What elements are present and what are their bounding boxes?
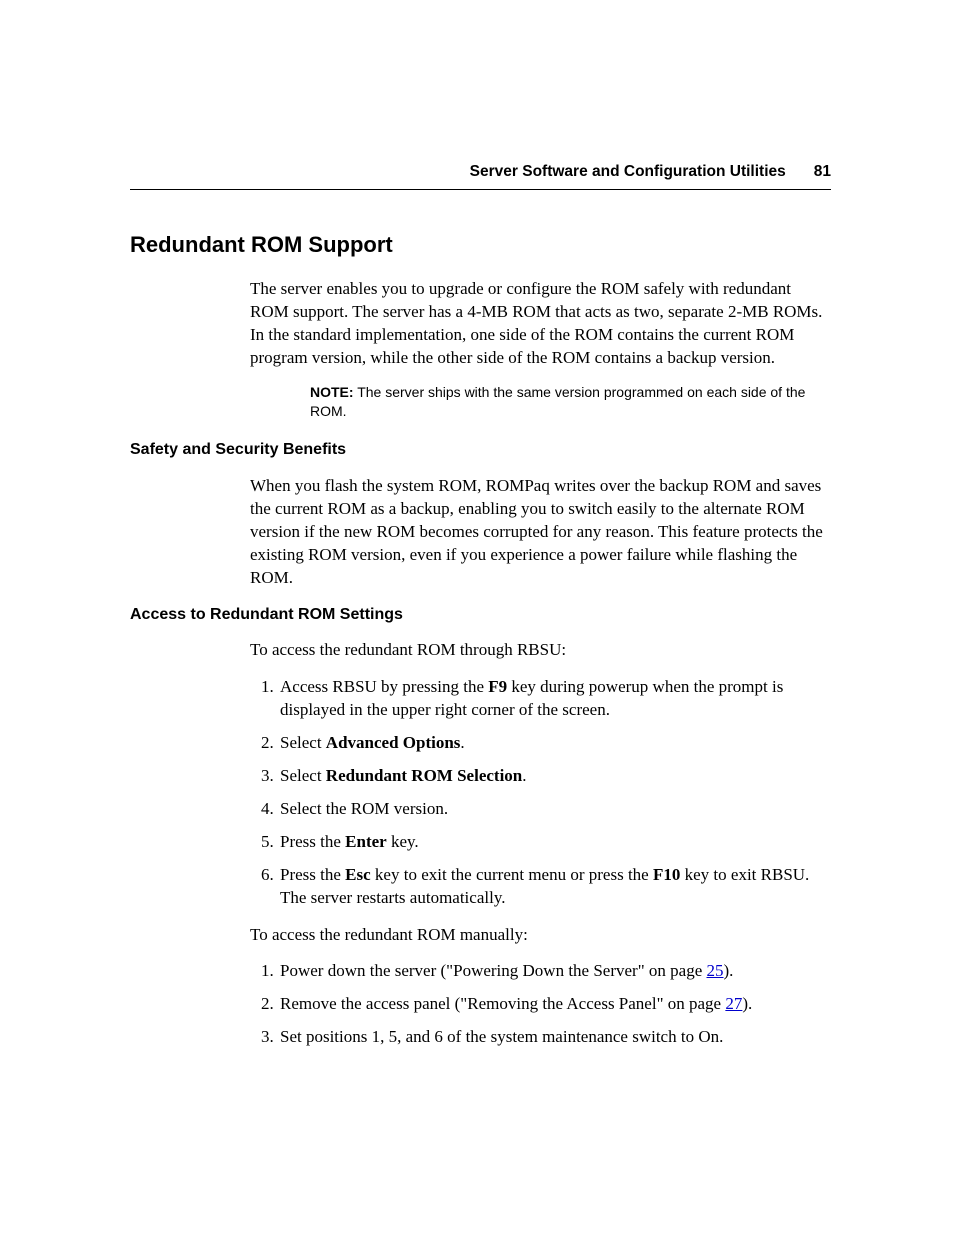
list-item: Remove the access panel ("Removing the A…	[278, 993, 824, 1016]
step-bold: Redundant ROM Selection	[326, 766, 522, 785]
step-text: Set positions 1, 5, and 6 of the system …	[280, 1027, 723, 1046]
rbsu-steps-list: Access RBSU by pressing the F9 key durin…	[250, 676, 824, 910]
list-item: Press the Esc key to exit the current me…	[278, 864, 824, 910]
step-text: Access RBSU by pressing the	[280, 677, 488, 696]
note-label: NOTE:	[310, 384, 354, 400]
list-item: Set positions 1, 5, and 6 of the system …	[278, 1026, 824, 1049]
step-text: Power down the server ("Powering Down th…	[280, 961, 707, 980]
step-key: F9	[488, 677, 507, 696]
step-text: ).	[742, 994, 752, 1013]
list-item: Select Redundant ROM Selection.	[278, 765, 824, 788]
note-block: NOTE: The server ships with the same ver…	[310, 383, 824, 421]
list-item: Power down the server ("Powering Down th…	[278, 960, 824, 983]
document-page: Server Software and Configuration Utilit…	[0, 0, 954, 1235]
step-text: ).	[724, 961, 734, 980]
safety-heading: Safety and Security Benefits	[130, 439, 824, 461]
list-item: Select Advanced Options.	[278, 732, 824, 755]
step-text: Select	[280, 766, 326, 785]
access-rbsu-intro: To access the redundant ROM through RBSU…	[250, 639, 824, 662]
step-text: .	[522, 766, 526, 785]
list-item: Select the ROM version.	[278, 798, 824, 821]
list-item: Press the Enter key.	[278, 831, 824, 854]
step-text: Press the	[280, 832, 345, 851]
running-header: Server Software and Configuration Utilit…	[130, 162, 831, 190]
page-link-25[interactable]: 25	[707, 961, 724, 980]
page-link-27[interactable]: 27	[725, 994, 742, 1013]
intro-paragraph: The server enables you to upgrade or con…	[250, 278, 824, 370]
access-heading: Access to Redundant ROM Settings	[130, 604, 824, 626]
header-section-title: Server Software and Configuration Utilit…	[470, 163, 786, 180]
step-key: F10	[653, 865, 680, 884]
step-text: Select	[280, 733, 326, 752]
section-title: Redundant ROM Support	[130, 230, 824, 260]
manual-steps-list: Power down the server ("Powering Down th…	[250, 960, 824, 1049]
step-text: key to exit the current menu or press th…	[371, 865, 653, 884]
step-key: Enter	[345, 832, 387, 851]
step-text: key.	[387, 832, 419, 851]
step-key: Esc	[345, 865, 371, 884]
access-manual-intro: To access the redundant ROM manually:	[250, 924, 824, 947]
list-item: Access RBSU by pressing the F9 key durin…	[278, 676, 824, 722]
step-text: Press the	[280, 865, 345, 884]
page-content: Redundant ROM Support The server enables…	[130, 230, 824, 1049]
header-page-number: 81	[814, 163, 831, 180]
note-text: The server ships with the same version p…	[310, 384, 805, 419]
step-bold: Advanced Options	[326, 733, 461, 752]
safety-paragraph: When you flash the system ROM, ROMPaq wr…	[250, 475, 824, 590]
step-text: .	[460, 733, 464, 752]
step-text: Remove the access panel ("Removing the A…	[280, 994, 725, 1013]
step-text: Select the ROM version.	[280, 799, 448, 818]
